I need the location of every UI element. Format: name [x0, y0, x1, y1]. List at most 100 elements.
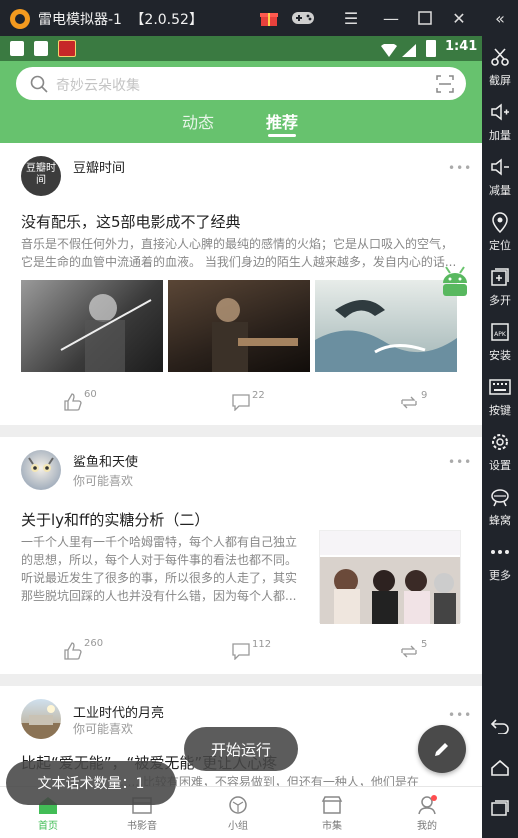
emulator-version: 【2.0.52】 [130, 12, 203, 28]
tab-recommend[interactable]: 推荐 [266, 109, 298, 133]
post-image-violinist[interactable] [21, 280, 163, 372]
sidebar-screenshot[interactable]: 截屏 [482, 38, 518, 88]
nav-group[interactable]: 小组 [208, 787, 268, 838]
nav-label: 市集 [322, 820, 342, 832]
emulator-title: 雷电模拟器-1 【2.0.52】 [38, 9, 203, 29]
sidebar-install-apk[interactable]: APK 安装 [482, 313, 518, 363]
post-image-screenshot[interactable] [319, 530, 461, 624]
repost-button[interactable]: 5 [399, 639, 427, 660]
comment-icon [232, 643, 250, 660]
repost-button[interactable]: 9 [399, 390, 427, 411]
script-count-badge: 文本话术数量：1 [6, 761, 176, 805]
sidebar-label: 安装 [489, 349, 511, 362]
sidebar-label: 截屏 [489, 74, 511, 87]
compose-button[interactable] [418, 725, 466, 773]
author-name[interactable]: 鲨鱼和天使 [73, 451, 138, 470]
maximize-icon[interactable] [412, 6, 438, 30]
sidebar-settings[interactable]: 设置 [482, 423, 518, 473]
comment-count: 112 [252, 639, 272, 650]
nav-profile[interactable]: 我的 [397, 787, 457, 838]
svg-text:APK: APK [494, 331, 507, 338]
multi-window-icon [489, 266, 511, 288]
volume-down-icon [489, 156, 511, 178]
author-name[interactable]: 豆瓣时间 [73, 157, 125, 176]
more-options-icon[interactable]: ••• [448, 455, 472, 469]
volume-up-icon [489, 101, 511, 123]
nav-market[interactable]: 市集 [302, 787, 362, 838]
avatar[interactable]: 豆瓣时间 [21, 156, 61, 196]
author-name[interactable]: 工业时代的月亮 [73, 702, 164, 721]
app-notification-icon [58, 40, 76, 57]
search-bar[interactable]: 奇妙云朵收集 [16, 67, 466, 100]
market-icon [321, 795, 343, 814]
scan-icon[interactable] [436, 75, 454, 97]
post-title[interactable]: 没有配乐，这5部电影成不了经典 [21, 211, 241, 232]
sidebar-volume-down[interactable]: 减量 [482, 148, 518, 198]
wifi-icon [381, 42, 397, 61]
keyboard-icon [489, 376, 511, 398]
nav-label: 首页 [38, 820, 58, 832]
avatar[interactable] [21, 450, 61, 490]
sidebar-keymap[interactable]: 按键 [482, 368, 518, 418]
group-icon [229, 795, 247, 814]
author-subtitle: 你可能喜欢 [73, 722, 134, 736]
sidebar-label: 蜂窝 [489, 514, 511, 527]
like-button[interactable]: 260 [64, 638, 103, 660]
sidebar-label: 更多 [489, 569, 511, 582]
android-robot-icon [440, 265, 470, 303]
home-key-icon[interactable] [487, 756, 513, 780]
nav-label: 小组 [228, 820, 248, 832]
nav-label: 我的 [417, 820, 437, 832]
collapse-sidebar-icon[interactable]: « [487, 6, 513, 30]
like-button[interactable]: 60 [64, 389, 97, 411]
sidebar-multi-instance[interactable]: 多开 [482, 258, 518, 308]
repost-count: 5 [421, 639, 428, 650]
sidebar-label: 多开 [489, 294, 511, 307]
repost-icon [401, 645, 417, 658]
sidebar-beehive[interactable]: 蜂窝 [482, 478, 518, 528]
sidebar-more[interactable]: 更多 [482, 533, 518, 583]
sidebar-label: 加量 [489, 129, 511, 142]
recent-apps-icon[interactable] [487, 796, 513, 820]
like-count: 60 [84, 389, 97, 400]
comment-button[interactable]: 112 [232, 639, 271, 660]
feed-card[interactable]: 鲨鱼和天使 你可能喜欢 ••• 关于ly和ff的实糖分析（二） 一千个人里有一千… [0, 437, 482, 674]
post-image-musician[interactable] [168, 280, 310, 372]
tab-dynamic[interactable]: 动态 [182, 109, 214, 133]
back-icon[interactable] [487, 714, 513, 738]
post-excerpt[interactable]: 音乐是不假任何外力，直接沁人心脾的最纯的感情的火焰；它是从口吸入的空气，它是生命… [21, 235, 461, 271]
gear-icon [489, 431, 511, 453]
android-status-bar: 1:41 [0, 36, 482, 61]
gift-icon[interactable] [256, 6, 282, 30]
post-excerpt[interactable]: 一千个人里有一千个哈姆雷特，每个人都有自己独立的思想，所以，每个人对于每件事的看… [21, 533, 301, 605]
post-image-illustration[interactable] [315, 280, 457, 372]
repost-icon [401, 396, 417, 409]
feed-card[interactable]: 豆瓣时间 豆瓣时间 ••• 没有配乐，这5部电影成不了经典 音乐是不假任何外力，… [0, 143, 482, 425]
beehive-icon [489, 486, 511, 508]
close-icon[interactable]: ✕ [446, 6, 472, 30]
sd-card-icon [34, 41, 48, 56]
sidebar-volume-up[interactable]: 加量 [482, 93, 518, 143]
avatar[interactable] [21, 699, 61, 739]
avatar-text: 豆瓣时间 [26, 163, 56, 186]
location-pin-icon [489, 211, 511, 233]
more-options-icon[interactable]: ••• [448, 708, 472, 722]
author-subtitle: 你可能喜欢 [73, 474, 134, 488]
profile-icon [418, 794, 437, 814]
minimize-icon[interactable]: — [378, 6, 404, 30]
battery-icon [426, 40, 436, 57]
more-options-icon[interactable]: ••• [448, 161, 472, 175]
post-title[interactable]: 关于ly和ff的实糖分析（二） [21, 509, 209, 530]
scissors-icon [489, 46, 511, 68]
menu-icon[interactable]: ☰ [338, 6, 364, 30]
sd-card-icon [10, 41, 24, 56]
sidebar-label: 减量 [489, 184, 511, 197]
nav-label: 书影音 [127, 820, 157, 832]
start-run-button[interactable]: 开始运行 [184, 727, 298, 771]
sidebar-location[interactable]: 定位 [482, 203, 518, 253]
like-count: 260 [84, 638, 104, 649]
apk-install-icon: APK [489, 321, 511, 343]
gamepad-icon[interactable] [290, 6, 316, 30]
more-dots-icon [489, 541, 511, 563]
comment-button[interactable]: 22 [232, 390, 265, 411]
